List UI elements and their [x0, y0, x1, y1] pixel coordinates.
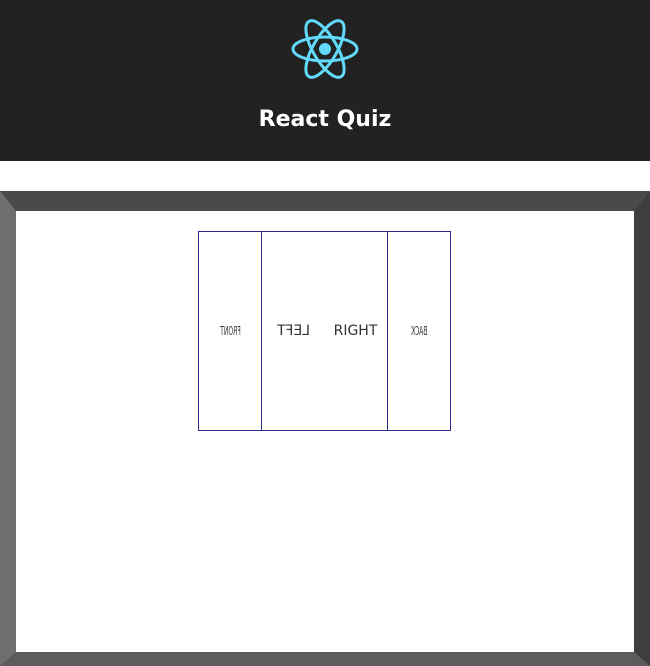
app-header: React Quiz [0, 0, 650, 161]
cube-face-front: FRONT [198, 231, 263, 431]
app-root: React Quiz FRONT LEFT RIGHT BACK [0, 0, 650, 666]
cube-net: FRONT LEFT RIGHT BACK [198, 231, 452, 431]
cube-face-left-label: LEFT [276, 323, 310, 339]
cube-face-left: LEFT [261, 231, 325, 431]
cube-face-back-label: BACK [410, 324, 428, 338]
cube-face-right: RIGHT [324, 231, 388, 431]
cube-face-back: BACK [387, 231, 451, 431]
cube-face-front-label: FRONT [220, 324, 241, 338]
quiz-stage: FRONT LEFT RIGHT BACK [0, 191, 650, 666]
react-logo-icon [291, 19, 359, 79]
page-title: React Quiz [258, 107, 392, 132]
cube-face-right-label: RIGHT [333, 323, 378, 339]
